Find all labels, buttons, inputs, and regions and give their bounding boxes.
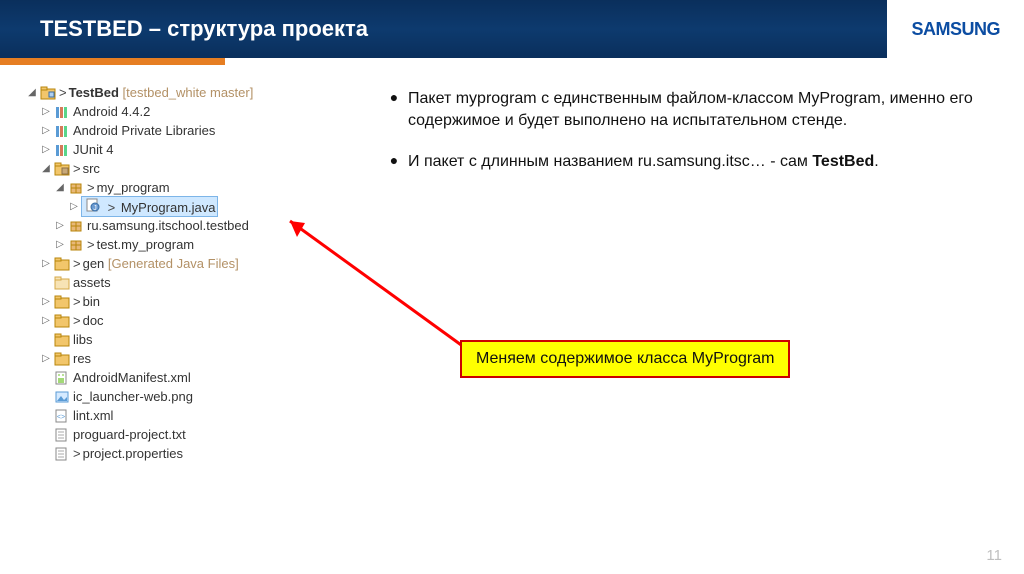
accent-bar	[0, 58, 225, 65]
bullet-icon: ●	[380, 88, 408, 133]
source-folder-icon	[53, 256, 71, 272]
tree-label: JUnit 4	[73, 142, 113, 158]
expand-icon[interactable]: ▷	[39, 106, 53, 118]
expand-icon[interactable]: ▷	[39, 125, 53, 137]
tree-item-res[interactable]: ▷ res	[25, 349, 380, 368]
tree-label: assets	[73, 275, 111, 291]
callout-text: Меняем содержимое класса MyProgram	[476, 350, 774, 367]
package-icon	[67, 218, 85, 234]
tree-root[interactable]: ◢ > TestBed [testbed_white master]	[25, 83, 380, 102]
manifest-icon	[53, 370, 71, 386]
tree-item-src[interactable]: ◢ > src	[25, 159, 380, 178]
package-icon	[67, 180, 85, 196]
bullet-1: ● Пакет myprogram с единственным файлом-…	[380, 88, 994, 133]
tree-item-android[interactable]: ▷ Android 4.4.2	[25, 102, 380, 121]
source-folder-icon	[53, 161, 71, 177]
expand-icon[interactable]: ▷	[39, 258, 53, 270]
package-icon	[67, 237, 85, 253]
expand-icon[interactable]: ▷	[39, 353, 53, 365]
tree-item-testpkg[interactable]: ▷ > test.my_program	[25, 235, 380, 254]
tree-label: project.properties	[83, 446, 183, 462]
folder-icon	[53, 313, 71, 329]
folder-icon	[53, 294, 71, 310]
tree-item-manifest[interactable]: AndroidManifest.xml	[25, 368, 380, 387]
tree-label: bin	[83, 294, 100, 310]
tree-label: libs	[73, 332, 93, 348]
library-icon	[53, 123, 71, 139]
folder-icon	[53, 332, 71, 348]
tree-item-myprogram-selected[interactable]: ▷ J > MyProgram.java	[25, 197, 380, 216]
description-panel: ● Пакет myprogram с единственным файлом-…	[380, 83, 1024, 463]
bullet-text: Пакет myprogram с единственным файлом-кл…	[408, 88, 994, 133]
text-file-icon	[53, 446, 71, 462]
tree-label: test.my_program	[97, 237, 195, 253]
folder-icon	[53, 275, 71, 291]
tree-label: ru.samsung.itschool.testbed	[87, 218, 249, 234]
library-icon	[53, 142, 71, 158]
xml-icon: <>	[53, 408, 71, 424]
tree-item-proguard[interactable]: proguard-project.txt	[25, 425, 380, 444]
collapse-icon[interactable]: ◢	[25, 87, 39, 99]
tree-label: TestBed	[69, 85, 119, 101]
tree-item-assets[interactable]: assets	[25, 273, 380, 292]
expand-icon[interactable]: ▷	[67, 201, 81, 213]
slide-title: TESTBED – структура проекта	[0, 16, 368, 42]
collapse-icon[interactable]: ◢	[53, 182, 67, 194]
expand-icon[interactable]: ▷	[39, 296, 53, 308]
tree-item-projprop[interactable]: > project.properties	[25, 444, 380, 463]
tree-item-lint[interactable]: <> lint.xml	[25, 406, 380, 425]
tree-label: res	[73, 351, 91, 367]
tree-item-iclauncher[interactable]: ic_launcher-web.png	[25, 387, 380, 406]
logo-container: SAMSUNG	[887, 0, 1024, 58]
tree-label: MyProgram.java	[121, 200, 216, 215]
java-file-icon: J	[84, 197, 102, 213]
tree-label: src	[83, 161, 100, 177]
bullet-text: И пакет с длинным названием ru.samsung.i…	[408, 151, 879, 173]
tree-decor: [Generated Java Files]	[108, 256, 239, 272]
tree-item-rupkg[interactable]: ▷ ru.samsung.itschool.testbed	[25, 216, 380, 235]
tree-label: proguard-project.txt	[73, 427, 186, 443]
expand-icon[interactable]: ▷	[53, 239, 67, 251]
tree-item-bin[interactable]: ▷ > bin	[25, 292, 380, 311]
tree-item-junit[interactable]: ▷ JUnit 4	[25, 140, 380, 159]
page-number: 11	[986, 547, 1002, 564]
tree-item-doc[interactable]: ▷ > doc	[25, 311, 380, 330]
expand-icon[interactable]: ▷	[39, 315, 53, 327]
tree-item-gen[interactable]: ▷ > gen [Generated Java Files]	[25, 254, 380, 273]
tree-label: Android 4.4.2	[73, 104, 150, 120]
expand-icon[interactable]: ▷	[53, 220, 67, 232]
project-tree: ◢ > TestBed [testbed_white master] ▷ And…	[0, 83, 380, 463]
tree-item-apl[interactable]: ▷ Android Private Libraries	[25, 121, 380, 140]
slide-header: TESTBED – структура проекта SAMSUNG	[0, 0, 1024, 58]
library-icon	[53, 104, 71, 120]
folder-icon	[53, 351, 71, 367]
project-icon	[39, 85, 57, 101]
svg-text:J: J	[93, 205, 97, 212]
samsung-logo: SAMSUNG	[911, 19, 1000, 40]
bullet-icon: ●	[380, 151, 408, 173]
expand-icon[interactable]: ▷	[39, 144, 53, 156]
svg-text:<>: <>	[57, 414, 65, 421]
tree-decor: [testbed_white master]	[123, 85, 254, 101]
text-file-icon	[53, 427, 71, 443]
tree-label: ic_launcher-web.png	[73, 389, 193, 405]
tree-label: lint.xml	[73, 408, 113, 424]
callout-box: Меняем содержимое класса MyProgram	[460, 340, 790, 378]
tree-label: my_program	[97, 180, 170, 196]
image-icon	[53, 389, 71, 405]
tree-item-mypkg[interactable]: ◢ > my_program	[25, 178, 380, 197]
tree-label: doc	[83, 313, 104, 329]
tree-label: gen	[83, 256, 105, 272]
tree-label: AndroidManifest.xml	[73, 370, 191, 386]
tree-item-libs[interactable]: libs	[25, 330, 380, 349]
tree-label: Android Private Libraries	[73, 123, 215, 139]
bullet-2: ● И пакет с длинным названием ru.samsung…	[380, 151, 994, 173]
collapse-icon[interactable]: ◢	[39, 163, 53, 175]
